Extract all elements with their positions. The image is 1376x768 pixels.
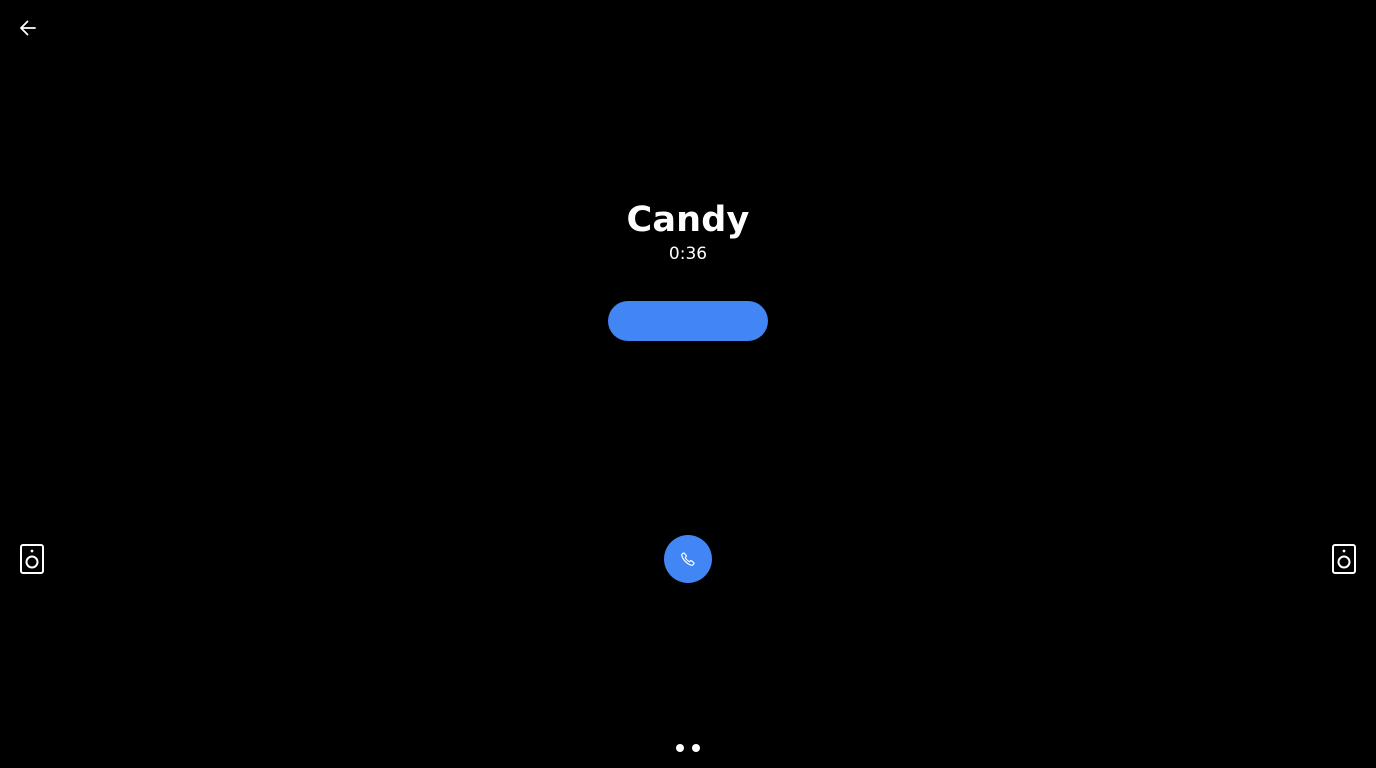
speaker-button-left[interactable] [16, 542, 48, 576]
speaker-icon [1332, 544, 1356, 574]
caller-info: Candy 0:36 [0, 198, 1376, 266]
back-button[interactable] [12, 12, 44, 44]
call-timer: 0:36 [668, 244, 708, 264]
page-dot-1[interactable] [676, 744, 684, 752]
arrow-left-icon [20, 20, 36, 36]
page-indicator [672, 743, 704, 753]
phone-icon [681, 552, 695, 566]
speaker-icon [20, 544, 44, 574]
call-action-pill-button[interactable] [608, 301, 768, 341]
caller-name: Candy [626, 200, 750, 240]
call-button[interactable] [664, 535, 712, 583]
speaker-button-right[interactable] [1328, 542, 1360, 576]
page-dot-2[interactable] [692, 744, 700, 752]
call-screen: Candy 0:36 [0, 0, 1376, 768]
